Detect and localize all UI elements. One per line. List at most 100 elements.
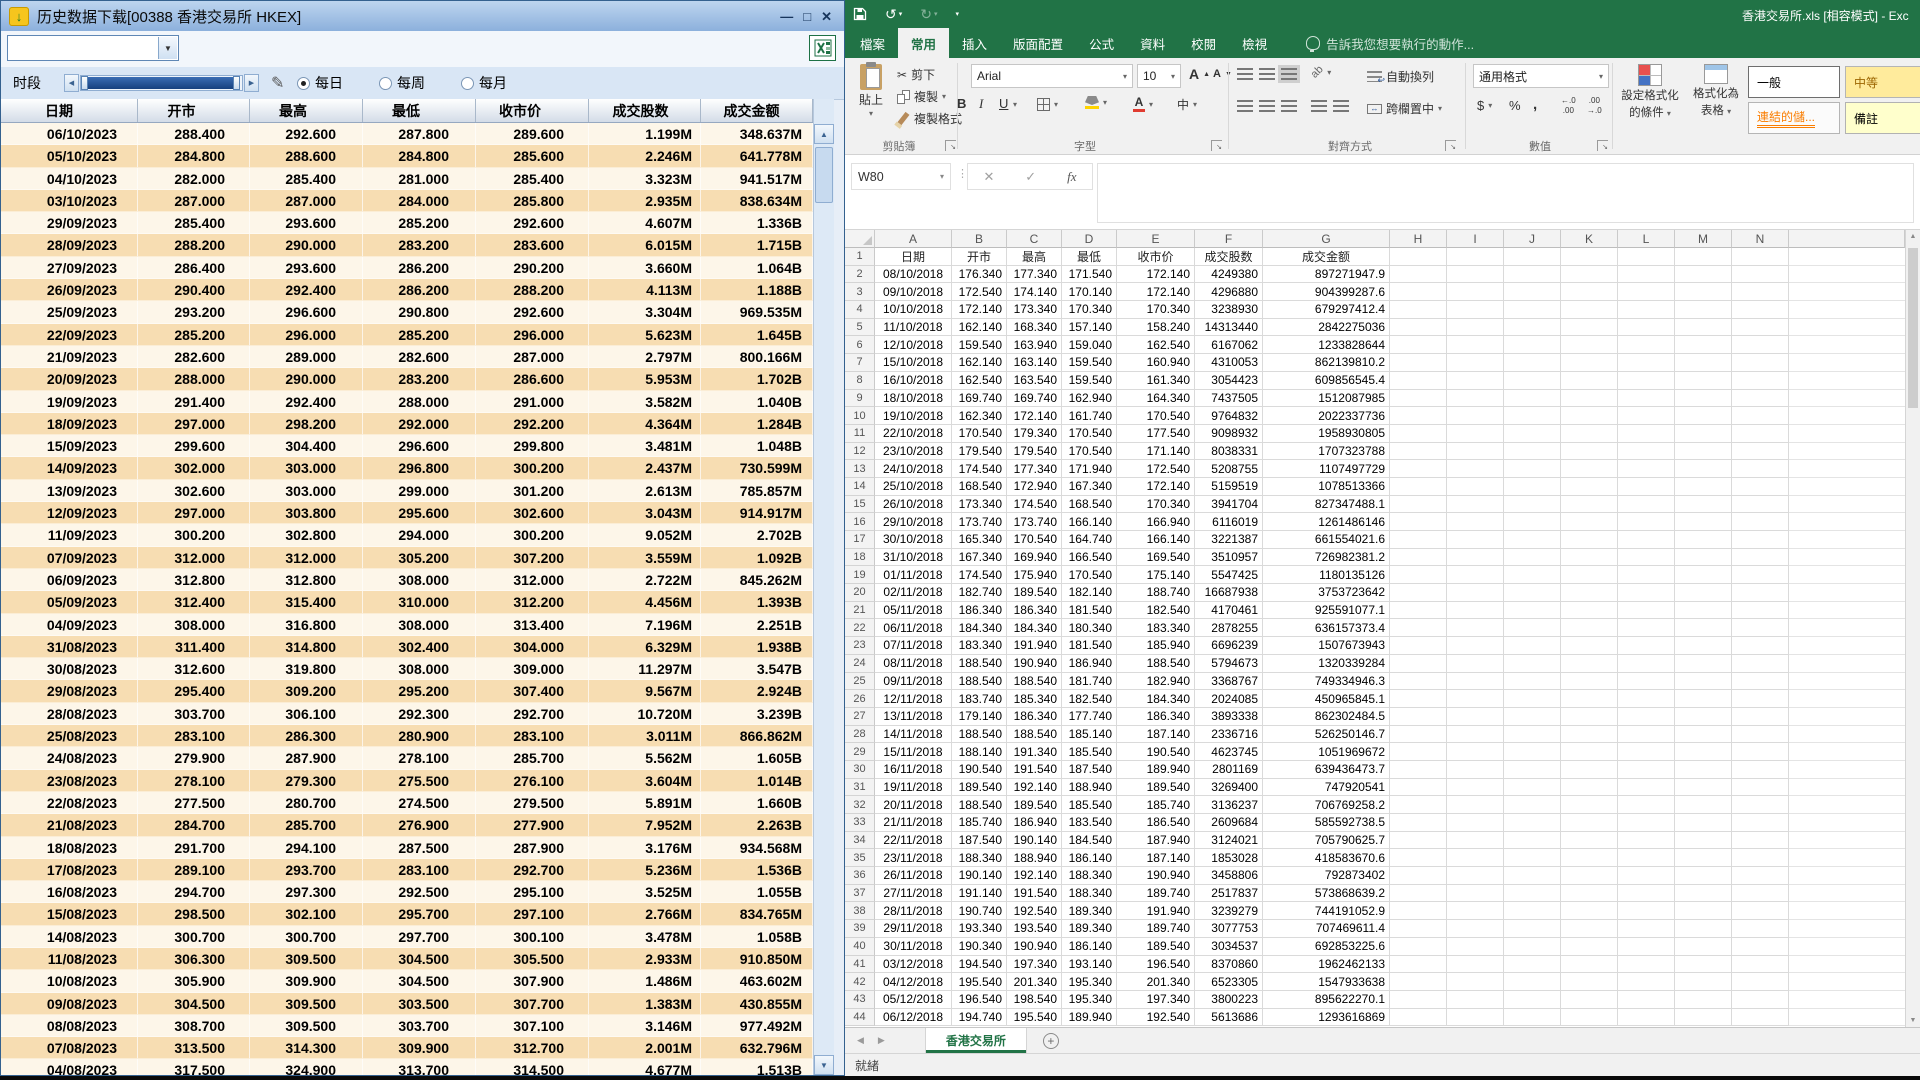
cell[interactable] [1390, 319, 1447, 337]
cell[interactable]: 185.740 [952, 814, 1007, 832]
cell[interactable] [1390, 619, 1447, 637]
cell[interactable] [1561, 832, 1618, 850]
cell[interactable] [1561, 513, 1618, 531]
column-header[interactable]: 成交股数 [589, 99, 701, 122]
cell[interactable]: 189.340 [1062, 902, 1117, 920]
row-header-42[interactable]: 42 [845, 973, 875, 991]
cell[interactable]: 187.540 [1062, 761, 1117, 779]
cell[interactable] [1390, 283, 1447, 301]
cell[interactable] [1618, 796, 1675, 814]
cell[interactable]: 190.940 [1007, 655, 1062, 673]
cell[interactable]: 2878255 [1195, 619, 1263, 637]
table-row[interactable]: 23/08/2023278.100279.300275.500276.1003.… [1, 770, 813, 792]
cell[interactable]: 3753723642 [1263, 584, 1390, 602]
increase-decimal-button[interactable]: ←.0.00 [1561, 96, 1576, 115]
cell[interactable]: 196.540 [1117, 956, 1195, 974]
cell[interactable] [1732, 920, 1789, 938]
cell[interactable]: 177.540 [1117, 425, 1195, 443]
cell[interactable]: 25/10/2018 [875, 478, 952, 496]
cell[interactable]: 174.140 [1007, 283, 1062, 301]
cell-style-0[interactable]: 一般 [1748, 66, 1840, 98]
cell[interactable]: 158.240 [1117, 319, 1195, 337]
cell[interactable]: 07/11/2018 [875, 637, 952, 655]
cell[interactable]: 30/11/2018 [875, 938, 952, 956]
cell[interactable] [1447, 407, 1504, 425]
cell[interactable]: 1958930805 [1263, 425, 1390, 443]
cell[interactable] [1447, 956, 1504, 974]
cell[interactable] [1390, 938, 1447, 956]
cell[interactable]: 167.340 [1062, 478, 1117, 496]
ribbon-tab-2[interactable]: 插入 [949, 28, 1000, 58]
cell[interactable]: 157.140 [1062, 319, 1117, 337]
cell[interactable] [1561, 938, 1618, 956]
cell[interactable] [1390, 354, 1447, 372]
cell[interactable]: 188.340 [1062, 867, 1117, 885]
cell[interactable]: 170.340 [1117, 301, 1195, 319]
cell[interactable] [1675, 266, 1732, 284]
cell[interactable] [1561, 973, 1618, 991]
cell[interactable]: 180.340 [1062, 619, 1117, 637]
cell[interactable] [1447, 460, 1504, 478]
cell[interactable] [1561, 301, 1618, 319]
cell[interactable] [1561, 708, 1618, 726]
cell[interactable]: 188.140 [952, 743, 1007, 761]
cell[interactable] [1618, 266, 1675, 284]
cell[interactable]: 成交金额 [1263, 248, 1390, 266]
cell[interactable] [1504, 920, 1561, 938]
cell[interactable]: 1293616869 [1263, 1009, 1390, 1027]
cell[interactable]: 188.540 [952, 655, 1007, 673]
cell[interactable] [1504, 814, 1561, 832]
cell[interactable]: 166.140 [1062, 513, 1117, 531]
cell[interactable]: 189.740 [1117, 885, 1195, 903]
cell[interactable]: 636157373.4 [1263, 619, 1390, 637]
cell[interactable] [1504, 301, 1561, 319]
cell[interactable]: 185.940 [1117, 637, 1195, 655]
cell[interactable] [1504, 531, 1561, 549]
cell[interactable] [1561, 319, 1618, 337]
cell[interactable]: 29/10/2018 [875, 513, 952, 531]
cell[interactable] [1732, 283, 1789, 301]
row-header-4[interactable]: 4 [845, 301, 875, 319]
cell[interactable]: 9098932 [1195, 425, 1263, 443]
cell[interactable]: 188.340 [952, 849, 1007, 867]
cell[interactable] [1504, 248, 1561, 266]
cell[interactable]: 2336716 [1195, 726, 1263, 744]
cell[interactable]: 9764832 [1195, 407, 1263, 425]
cell[interactable]: 3077753 [1195, 920, 1263, 938]
cell[interactable] [1618, 991, 1675, 1009]
ribbon-tab-0[interactable]: 檔案 [847, 28, 898, 58]
cell[interactable] [1561, 991, 1618, 1009]
cell[interactable] [1390, 690, 1447, 708]
number-dialog-launcher[interactable]: ↘ [1597, 140, 1608, 151]
cell[interactable]: 4310053 [1195, 354, 1263, 372]
cell[interactable] [1618, 443, 1675, 461]
cell[interactable]: 184.540 [1062, 832, 1117, 850]
cell[interactable]: 172.140 [952, 301, 1007, 319]
cell[interactable]: 188.540 [1007, 673, 1062, 691]
row-header-24[interactable]: 24 [845, 655, 875, 673]
cell[interactable]: 190.340 [952, 938, 1007, 956]
cell[interactable]: 3269400 [1195, 779, 1263, 797]
cell[interactable]: 692853225.6 [1263, 938, 1390, 956]
cell[interactable] [1561, 1009, 1618, 1027]
cell[interactable]: 172.540 [952, 283, 1007, 301]
cell[interactable]: 187.940 [1117, 832, 1195, 850]
cell[interactable]: 1078513366 [1263, 478, 1390, 496]
row-header-11[interactable]: 11 [845, 425, 875, 443]
cell[interactable] [1675, 867, 1732, 885]
cell[interactable]: 609856545.4 [1263, 372, 1390, 390]
cell[interactable] [1390, 708, 1447, 726]
cell[interactable] [1447, 814, 1504, 832]
cell[interactable] [1675, 814, 1732, 832]
cell[interactable]: 15/11/2018 [875, 743, 952, 761]
cell[interactable] [1675, 938, 1732, 956]
cell[interactable]: 190.940 [1117, 867, 1195, 885]
cell[interactable] [1675, 425, 1732, 443]
cell[interactable]: 194.740 [952, 1009, 1007, 1027]
row-header-26[interactable]: 26 [845, 690, 875, 708]
cell[interactable] [1447, 496, 1504, 514]
cell[interactable]: 24/10/2018 [875, 460, 952, 478]
increase-font-button[interactable]: A▲ [1189, 66, 1210, 82]
format-as-table-button[interactable]: 格式化為 表格 ▾ [1687, 64, 1745, 118]
cell[interactable]: 191.940 [1007, 637, 1062, 655]
